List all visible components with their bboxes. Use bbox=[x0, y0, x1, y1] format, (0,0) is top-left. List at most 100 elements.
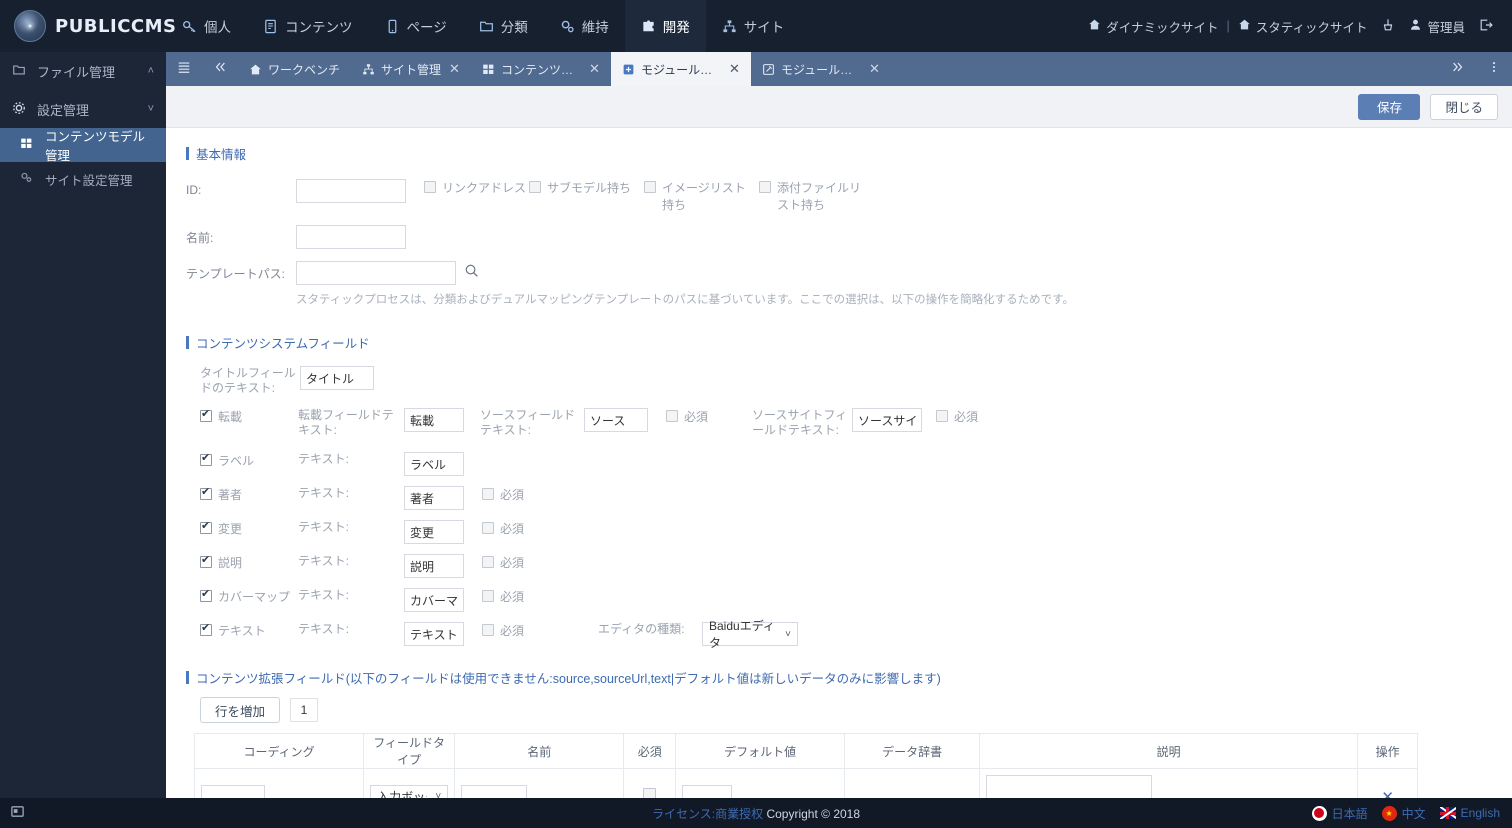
close-icon[interactable]: ✕ bbox=[869, 61, 880, 77]
checkbox-text-required[interactable]: 必須 bbox=[482, 622, 592, 639]
field-type-select[interactable]: 入力ボックス ˅ bbox=[370, 784, 449, 798]
nav-item-maintenance[interactable]: 維持 bbox=[544, 0, 625, 52]
checkbox-cover-map-required[interactable]: 必須 bbox=[482, 588, 524, 605]
tabs-more-menu-button[interactable] bbox=[1476, 52, 1512, 86]
field-name-input[interactable] bbox=[461, 784, 528, 798]
tab-site-management[interactable]: サイト管理 ✕ bbox=[351, 52, 471, 86]
checkbox-box[interactable] bbox=[200, 407, 212, 422]
checkbox-text-field[interactable]: テキスト bbox=[200, 621, 298, 639]
static-site-link[interactable]: スタティックサイト bbox=[1231, 17, 1375, 36]
description-field-input[interactable] bbox=[404, 554, 464, 578]
checkbox-field-required[interactable] bbox=[643, 788, 657, 798]
sidebar-group-file-management[interactable]: ファイル管理 ˄ bbox=[0, 52, 166, 90]
editor-type-select[interactable]: Baiduエディタ ˅ bbox=[702, 619, 798, 650]
checkbox-box[interactable] bbox=[482, 590, 494, 602]
broom-icon bbox=[1381, 18, 1395, 35]
checkbox-repost[interactable]: 転載 bbox=[200, 407, 298, 425]
nav-item-site[interactable]: サイト bbox=[706, 0, 801, 52]
nav-item-personal[interactable]: 個人 bbox=[166, 0, 247, 52]
nav-item-content[interactable]: コンテンツ bbox=[247, 0, 369, 52]
checkbox-change-field[interactable]: 変更 bbox=[200, 519, 298, 537]
sidebar-group-settings-management[interactable]: 設定管理 ˅ bbox=[0, 90, 166, 128]
checkbox-box[interactable] bbox=[759, 181, 771, 193]
checkbox-box[interactable] bbox=[200, 621, 212, 636]
id-input[interactable] bbox=[296, 179, 406, 203]
checkbox-link-address[interactable]: リンクアドレス bbox=[424, 179, 529, 213]
checkbox-box[interactable] bbox=[529, 181, 541, 193]
checkbox-box[interactable] bbox=[200, 519, 212, 534]
coding-input[interactable] bbox=[201, 784, 265, 798]
repost-field-input[interactable] bbox=[404, 408, 464, 432]
checkbox-box[interactable] bbox=[644, 181, 656, 193]
checkbox-box[interactable] bbox=[200, 485, 212, 500]
checkbox-box[interactable] bbox=[482, 522, 494, 534]
sidebar-item-content-model-management[interactable]: コンテンツモデル管理 bbox=[0, 128, 166, 163]
dynamic-site-link[interactable]: ダイナミックサイト bbox=[1081, 17, 1225, 36]
checkbox-box[interactable] bbox=[666, 410, 678, 422]
delete-row-button[interactable]: ✕ bbox=[1364, 788, 1411, 799]
sidebar-group-label: ファイル管理 bbox=[37, 64, 116, 80]
checkbox-box[interactable] bbox=[200, 587, 212, 602]
checkbox-cover-map-field[interactable]: カバーマップ bbox=[200, 587, 298, 605]
description-textarea[interactable] bbox=[986, 775, 1153, 798]
checkbox-has-image-list[interactable]: イメージリスト持ち bbox=[644, 179, 759, 213]
close-icon[interactable]: ✕ bbox=[589, 61, 600, 77]
tabs-scroll-right-button[interactable] bbox=[1440, 52, 1476, 86]
text-field-input[interactable] bbox=[404, 622, 464, 646]
checkbox-has-submodel[interactable]: サブモデル持ち bbox=[529, 179, 644, 213]
row-count-input[interactable] bbox=[290, 698, 319, 722]
checkbox-box[interactable] bbox=[200, 553, 212, 568]
tabs-scroll-left-button[interactable] bbox=[202, 52, 238, 86]
source-field-input[interactable] bbox=[584, 408, 648, 432]
nav-item-page[interactable]: ページ bbox=[369, 0, 463, 52]
author-field-input[interactable] bbox=[404, 486, 464, 510]
tab-workbench[interactable]: ワークベンチ bbox=[238, 52, 351, 86]
checkbox-description-required[interactable]: 必須 bbox=[482, 554, 524, 571]
checkbox-source-required[interactable]: 必須 bbox=[666, 408, 744, 425]
brand-logo[interactable]: PUBLICCMS bbox=[0, 10, 176, 42]
sidebar-item-site-settings-management[interactable]: サイト設定管理 bbox=[0, 162, 166, 196]
language-option-chinese[interactable]: ★ 中文 bbox=[1381, 805, 1426, 822]
checkbox-has-attachment-list[interactable]: 添付ファイルリスト持ち bbox=[759, 179, 874, 213]
language-option-japanese[interactable]: 日本語 bbox=[1311, 805, 1368, 822]
checkbox-label-field[interactable]: ラベル bbox=[200, 451, 298, 469]
checkbox-source-site-required[interactable]: 必須 bbox=[936, 408, 978, 425]
default-value-input[interactable] bbox=[682, 784, 733, 798]
checkbox-box[interactable] bbox=[200, 451, 212, 466]
sidebar-toggle-button[interactable] bbox=[166, 52, 202, 86]
close-icon[interactable]: ✕ bbox=[449, 61, 460, 77]
tab-content-model[interactable]: コンテンツモ... ✕ bbox=[471, 52, 611, 86]
save-button[interactable]: 保存 bbox=[1358, 93, 1421, 120]
source-site-field-input[interactable] bbox=[852, 408, 922, 432]
nav-item-development[interactable]: 開発 bbox=[624, 0, 706, 52]
close-icon[interactable]: ✕ bbox=[729, 61, 740, 77]
label-field-input[interactable] bbox=[404, 452, 464, 476]
template-path-input[interactable] bbox=[296, 261, 456, 285]
language-option-english[interactable]: English bbox=[1439, 806, 1500, 820]
close-button[interactable]: 閉じる bbox=[1430, 93, 1498, 120]
nav-item-category[interactable]: 分類 bbox=[463, 0, 544, 52]
title-field-input[interactable] bbox=[300, 366, 374, 390]
checkbox-box[interactable] bbox=[424, 181, 436, 193]
cleanup-button[interactable] bbox=[1374, 18, 1402, 35]
checkbox-box[interactable] bbox=[482, 624, 494, 636]
module-form: 基本情報 ID: リンクアドレス サブモデル持ち イメージリスト持ち 添付ファイ… bbox=[166, 128, 1512, 798]
logout-button[interactable] bbox=[1472, 18, 1500, 35]
user-menu[interactable]: 管理員 bbox=[1402, 17, 1472, 36]
checkbox-author-field[interactable]: 著者 bbox=[200, 485, 298, 503]
checkbox-box[interactable] bbox=[482, 556, 494, 568]
table-row: 入力ボックス ˅ bbox=[193, 768, 1418, 799]
checkbox-change-required[interactable]: 必須 bbox=[482, 520, 524, 537]
tab-module-add[interactable]: モジュールを... ✕ bbox=[610, 52, 751, 86]
checkbox-box[interactable] bbox=[936, 410, 948, 422]
cover-map-field-input[interactable] bbox=[404, 588, 464, 612]
checkbox-description-field[interactable]: 説明 bbox=[200, 553, 298, 571]
cell-description bbox=[979, 768, 1359, 798]
change-field-input[interactable] bbox=[404, 520, 464, 544]
checkbox-box[interactable] bbox=[482, 488, 494, 500]
tab-module-edit[interactable]: モジュールを... ✕ bbox=[751, 52, 891, 86]
checkbox-author-required[interactable]: 必須 bbox=[482, 486, 524, 503]
magnifier-icon[interactable] bbox=[464, 263, 479, 283]
add-row-button[interactable]: 行を増加 bbox=[200, 697, 281, 723]
name-input[interactable] bbox=[296, 225, 406, 249]
